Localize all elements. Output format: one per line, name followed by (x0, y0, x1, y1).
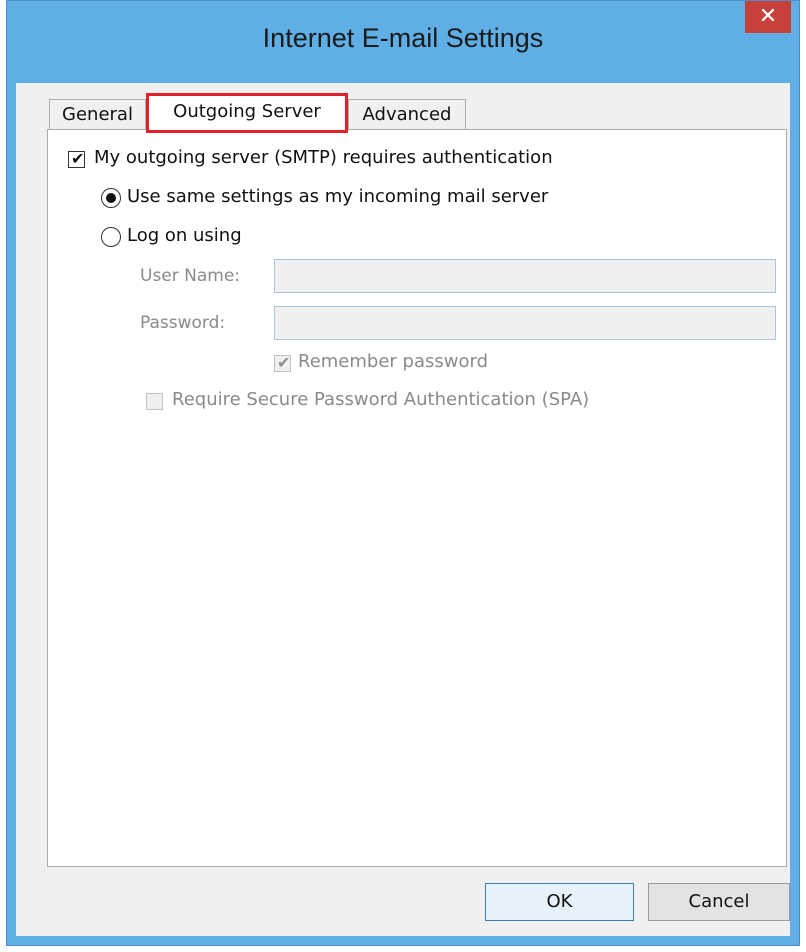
tab-general-label: General (62, 104, 133, 125)
requires-auth-checkbox[interactable]: ✔ (68, 149, 85, 168)
tab-advanced[interactable]: Advanced (348, 99, 466, 131)
password-label: Password: (140, 313, 226, 333)
tab-advanced-label: Advanced (362, 104, 452, 125)
use-same-settings-label: Use same settings as my incoming mail se… (127, 186, 549, 207)
close-icon: ✕ (758, 4, 778, 29)
title-bar[interactable]: Internet E-mail Settings ✕ (7, 1, 799, 83)
dialog-window: Internet E-mail Settings ✕ General Outgo… (6, 0, 800, 946)
remember-password-label: Remember password (298, 351, 488, 372)
user-name-label: User Name: (140, 266, 241, 286)
ok-button[interactable]: OK (485, 883, 634, 921)
user-name-field[interactable] (274, 259, 776, 293)
dialog-client-area: General Outgoing Server Advanced ✔ My ou… (16, 83, 790, 936)
use-same-settings-radio[interactable] (101, 188, 121, 208)
tab-outgoing-server[interactable]: Outgoing Server (146, 93, 348, 133)
cancel-button[interactable]: Cancel (648, 883, 790, 921)
log-on-using-radio[interactable] (101, 227, 121, 247)
log-on-using-label: Log on using (127, 225, 242, 246)
tab-general[interactable]: General (49, 99, 146, 131)
checkmark-icon: ✔ (277, 353, 291, 372)
checkmark-icon: ✔ (71, 149, 85, 168)
remember-password-checkbox[interactable]: ✔ (274, 353, 291, 372)
spa-checkbox[interactable] (146, 393, 163, 410)
spa-label: Require Secure Password Authentication (… (172, 389, 590, 410)
password-field[interactable] (274, 306, 776, 340)
close-button[interactable]: ✕ (745, 1, 791, 33)
radio-dot-icon (106, 193, 116, 203)
requires-auth-label: My outgoing server (SMTP) requires authe… (94, 147, 553, 168)
outgoing-server-panel: ✔ My outgoing server (SMTP) requires aut… (47, 129, 787, 867)
window-title: Internet E-mail Settings (262, 23, 544, 53)
tab-outgoing-server-label: Outgoing Server (173, 101, 321, 122)
